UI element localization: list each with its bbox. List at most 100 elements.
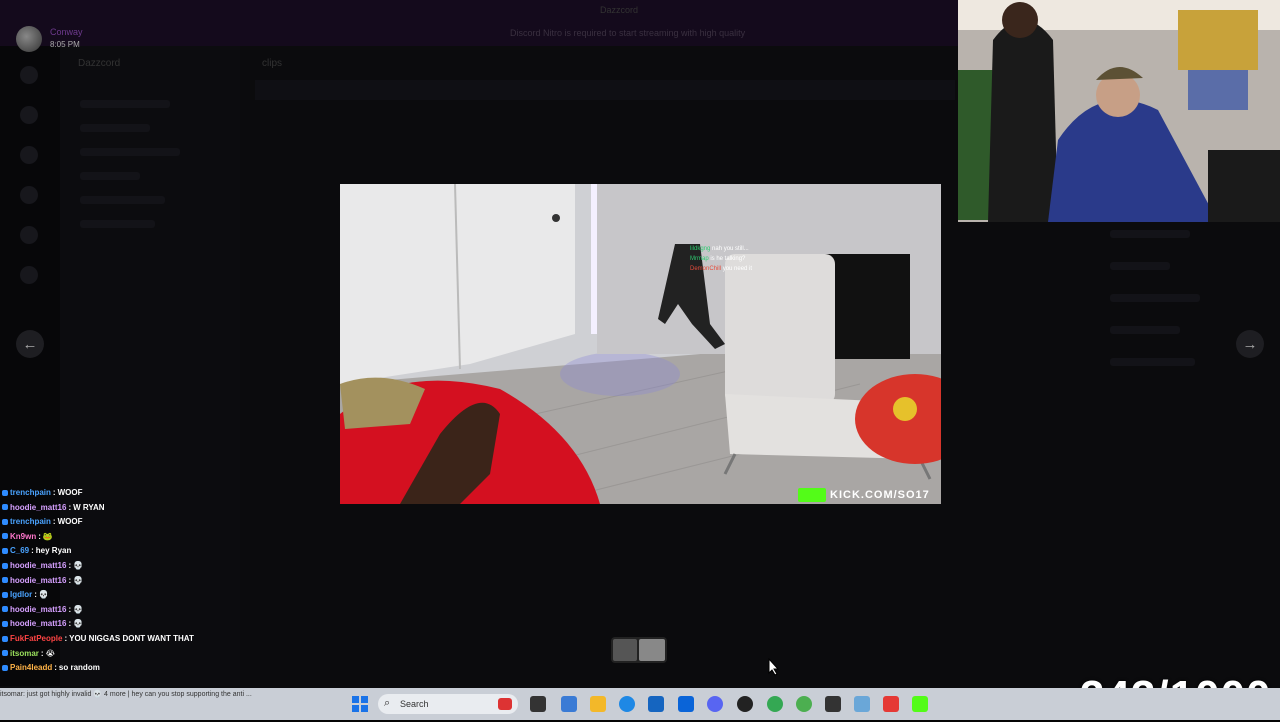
chrome-icon[interactable]: [767, 696, 783, 712]
chat-separator: :: [64, 634, 68, 643]
chat-badge-icon: [2, 591, 8, 598]
overlay-chat-message: you need it: [722, 266, 753, 272]
chat-message: FukFatPeople: YOU NIGGAS DONT WANT THAT: [2, 634, 194, 643]
chat-separator: :: [54, 663, 57, 673]
chat-text: 💀: [73, 575, 84, 585]
chat-badge-icon: [2, 562, 8, 569]
discord-icon[interactable]: [707, 696, 723, 712]
chat-message: C_69: hey Ryan: [2, 546, 71, 555]
file-explorer-icon[interactable]: [590, 696, 606, 712]
chat-badge-icon: [2, 606, 8, 613]
widgets-icon[interactable]: [561, 696, 577, 712]
member-row: [1110, 358, 1195, 366]
chat-badge-icon: [2, 533, 8, 540]
thumbnail-item[interactable]: [613, 639, 637, 661]
stream-frame-image: [340, 184, 941, 504]
background-banner: [255, 80, 955, 100]
chat-separator: :: [68, 561, 72, 570]
arrow-right-icon: →: [1242, 335, 1258, 353]
server-icon: [20, 66, 38, 84]
store-icon[interactable]: [648, 696, 664, 712]
chat-username: itsomar: [10, 648, 39, 658]
chat-text: 💀: [73, 561, 84, 570]
server-icon: [20, 266, 38, 284]
server-icon: [20, 146, 38, 164]
member-row: [1110, 262, 1170, 270]
chat-text: so random: [58, 663, 100, 673]
thumbnail-item-active[interactable]: [639, 639, 665, 661]
chat-message: trenchpain: WOOF: [2, 517, 82, 526]
chat-separator: :: [52, 488, 56, 497]
member-row: [1110, 326, 1180, 334]
windows-start-icon[interactable]: [352, 696, 368, 712]
chat-badge-icon: [2, 650, 8, 657]
obs-icon[interactable]: [737, 696, 753, 712]
outlook-icon[interactable]: [678, 696, 694, 712]
epic-games-icon[interactable]: [825, 696, 841, 712]
chat-separator: :: [68, 619, 72, 629]
background-channel-header: clips: [262, 58, 283, 69]
avatar[interactable]: [16, 26, 42, 52]
kick-logo-icon: [798, 488, 826, 502]
image-viewer[interactable]: lildkgng nah you still... Mrmap is he ta…: [340, 184, 941, 504]
chat-message: hoodie_matt16: 💀: [2, 576, 83, 585]
arrow-left-icon: ←: [22, 335, 38, 353]
photos-icon[interactable]: [854, 696, 870, 712]
taskbar-chat-ticker: itsomar: just got highly invalid 💀 4 mor…: [0, 691, 252, 698]
overlay-chat-line: lildkgng nah you still...: [690, 246, 752, 252]
chat-text: 💀: [73, 619, 84, 629]
webcam-image: [958, 0, 1280, 222]
kick-app-icon[interactable]: [912, 696, 928, 712]
previous-image-button[interactable]: ←: [16, 330, 44, 358]
chat-text: 💀: [73, 604, 84, 614]
app-red-icon[interactable]: [883, 696, 899, 712]
chat-text: WOOF: [57, 517, 83, 527]
chat-separator: :: [52, 517, 56, 527]
next-image-button[interactable]: →: [1236, 330, 1264, 358]
chat-username: trenchpain: [10, 517, 51, 527]
watermark-text: KICK.COM/SO17: [830, 489, 930, 501]
chat-username: trenchpain: [10, 488, 51, 497]
chat-text: YOU NIGGAS DONT WANT THAT: [69, 634, 194, 643]
channel-row: [80, 100, 170, 108]
chat-badge-icon: [2, 635, 8, 642]
notification-time: 8:05 PM: [50, 40, 80, 49]
chat-username: Igdlor: [10, 590, 33, 600]
search-icon: ⌕: [384, 697, 391, 709]
kick-watermark: KICK.COM/SO17: [798, 488, 930, 502]
task-view-icon[interactable]: [530, 696, 546, 712]
chat-username: hoodie_matt16: [10, 502, 67, 512]
chat-message: hoodie_matt16: 💀: [2, 619, 83, 628]
background-title-bar: [0, 0, 958, 46]
chat-message: Pain4leadd: so random: [2, 663, 100, 672]
overlay-chat-line: DemonChill you need it: [690, 266, 752, 272]
overlay-chat-message: is he talking?: [710, 256, 746, 262]
chat-message: hoodie_matt16: W RYAN: [2, 503, 105, 512]
chrome-profile-icon[interactable]: [796, 696, 812, 712]
chat-badge-icon: [2, 577, 8, 584]
chat-badge-icon: [2, 664, 8, 671]
thumbnail-strip[interactable]: [611, 637, 667, 663]
chat-text: WOOF: [57, 488, 83, 497]
channel-row: [80, 172, 140, 180]
chat-username: hoodie_matt16: [10, 575, 67, 585]
edge-browser-icon[interactable]: [619, 696, 635, 712]
overlay-chat-user: Mrmap: [690, 256, 709, 262]
channel-row: [80, 124, 150, 132]
chat-separator: :: [68, 575, 72, 585]
chat-separator: :: [34, 590, 37, 600]
background-server-name: Dazzcord: [78, 58, 121, 69]
chat-separator: :: [68, 604, 72, 614]
member-row: [1110, 230, 1190, 238]
server-icon: [20, 106, 38, 124]
server-list: [20, 66, 38, 306]
overlay-chat-user: DemonChill: [690, 266, 722, 272]
chat-username: C_69: [10, 546, 30, 556]
chat-message: Kn9wn: 🐸: [2, 532, 53, 541]
taskbar-search-box[interactable]: ⌕ Search: [378, 694, 518, 714]
background-window-title: Dazzcord: [600, 5, 639, 15]
chat-separator: :: [68, 502, 72, 512]
webcam-overlay: [958, 0, 1280, 222]
chat-text: hey Ryan: [35, 546, 72, 556]
chat-username: Kn9wn: [10, 531, 37, 541]
